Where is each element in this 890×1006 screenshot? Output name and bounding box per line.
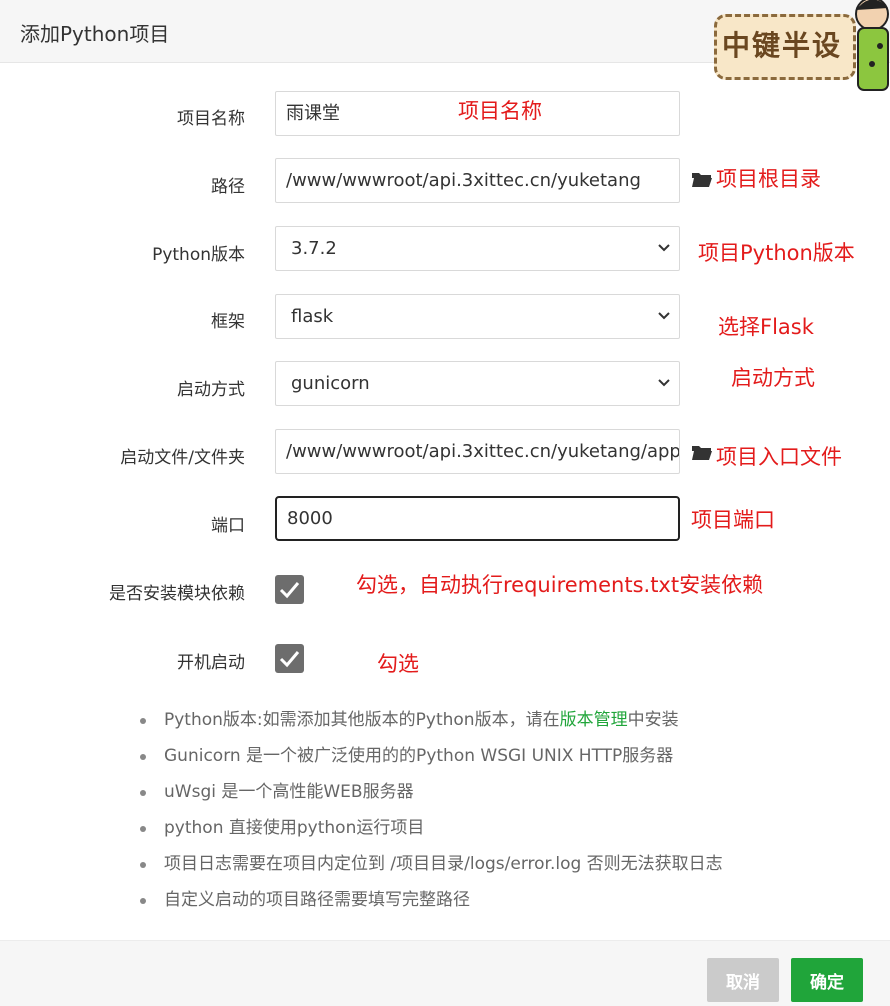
project-name-label: 项目名称: [177, 109, 245, 129]
list-item: 项目日志需要在项目内定位到 /项目目录/logs/error.log 否则无法获…: [140, 850, 723, 886]
annotation-port: 项目端口: [691, 508, 775, 532]
watermark-badge: 中键半设: [712, 0, 890, 91]
cartoon-character-icon: [855, 0, 889, 91]
annotation-install-deps: 勾选，自动执行requirements.txt安装依赖: [356, 573, 764, 597]
list-item: 自定义启动的项目路径需要填写完整路径: [140, 886, 723, 922]
install-deps-label: 是否安装模块依赖: [109, 584, 245, 604]
checkmark-icon: [279, 651, 300, 668]
port-label: 端口: [211, 516, 245, 536]
annotation-path: 项目根目录: [716, 167, 821, 191]
version-management-link[interactable]: 版本管理: [560, 710, 628, 730]
watermark-text: 中键半设: [722, 29, 843, 62]
python-version-label: Python版本: [152, 245, 245, 265]
folder-icon[interactable]: [691, 170, 713, 188]
start-method-value: gunicorn: [291, 373, 370, 394]
tip-text: 中安装: [627, 710, 679, 730]
annotation-python-version: 项目Python版本: [698, 241, 855, 265]
autostart-label: 开机启动: [177, 653, 245, 673]
path-input[interactable]: /www/wwwroot/api.3xittec.cn/yuketang: [275, 158, 680, 203]
annotation-autostart: 勾选: [377, 652, 419, 676]
autostart-checkbox[interactable]: [275, 644, 304, 673]
dialog-footer: 取消 确定: [0, 940, 890, 1006]
python-version-select[interactable]: 3.7.2: [275, 226, 680, 271]
python-version-value: 3.7.2: [291, 238, 337, 259]
start-file-label: 启动文件/文件夹: [120, 448, 245, 468]
annotation-start-method: 启动方式: [731, 366, 815, 390]
annotation-framework: 选择Flask: [718, 315, 814, 339]
port-input[interactable]: 8000: [275, 496, 680, 541]
framework-label: 框架: [211, 312, 245, 332]
annotation-project-name: 项目名称: [458, 99, 542, 123]
confirm-button[interactable]: 确定: [791, 958, 863, 1002]
dialog-header: 添加Python项目 中键半设: [0, 0, 890, 91]
list-item: Python版本:如需添加其他版本的Python版本，请在版本管理中安装: [140, 706, 723, 742]
install-deps-checkbox[interactable]: [275, 575, 304, 604]
start-method-label: 启动方式: [177, 380, 245, 400]
help-tips-list: Python版本:如需添加其他版本的Python版本，请在版本管理中安装 Gun…: [140, 706, 723, 922]
folder-icon[interactable]: [691, 443, 713, 461]
framework-select[interactable]: flask: [275, 294, 680, 339]
chevron-down-icon: [658, 379, 670, 387]
chevron-down-icon: [658, 312, 670, 320]
start-method-select[interactable]: gunicorn: [275, 361, 680, 406]
path-label: 路径: [211, 177, 245, 197]
checkmark-icon: [279, 582, 300, 599]
cancel-button[interactable]: 取消: [707, 958, 779, 1002]
start-file-input[interactable]: /www/wwwroot/api.3xittec.cn/yuketang/app…: [275, 429, 680, 474]
framework-value: flask: [291, 306, 334, 327]
list-item: Gunicorn 是一个被广泛使用的的Python WSGI UNIX HTTP…: [140, 742, 723, 778]
tip-text: Python版本:如需添加其他版本的Python版本，请在: [164, 710, 560, 730]
list-item: uWsgi 是一个高性能WEB服务器: [140, 778, 723, 814]
dialog-title: 添加Python项目: [20, 22, 170, 46]
chevron-down-icon: [658, 244, 670, 252]
annotation-start-file: 项目入口文件: [716, 445, 842, 469]
list-item: python 直接使用python运行项目: [140, 814, 723, 850]
